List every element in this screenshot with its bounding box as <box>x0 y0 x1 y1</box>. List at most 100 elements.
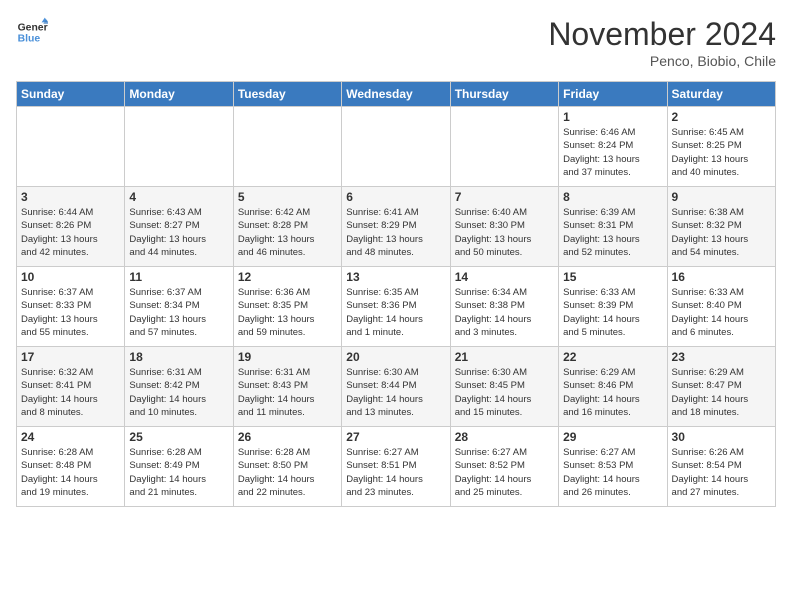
day-info: Sunrise: 6:33 AM Sunset: 8:40 PM Dayligh… <box>672 286 771 339</box>
day-cell: 15 Sunrise: 6:33 AM Sunset: 8:39 PM Dayli… <box>559 267 667 347</box>
logo-icon: General Blue <box>16 16 48 48</box>
day-cell: 14Sunrise: 6:34 AM Sunset: 8:38 PM Dayli… <box>450 267 558 347</box>
day-number: 27 <box>346 430 445 444</box>
day-number: 9 <box>672 190 771 204</box>
day-number: 30 <box>672 430 771 444</box>
day-cell <box>342 107 450 187</box>
day-info: Sunrise: 6:29 AM Sunset: 8:46 PM Dayligh… <box>563 366 662 419</box>
day-number: 6 <box>346 190 445 204</box>
day-number: 17 <box>21 350 120 364</box>
day-number: 12 <box>238 270 337 284</box>
day-number: 21 <box>455 350 554 364</box>
day-number: 10 <box>21 270 120 284</box>
week-row-3: 10Sunrise: 6:37 AM Sunset: 8:33 PM Dayli… <box>17 267 776 347</box>
day-number: 24 <box>21 430 120 444</box>
day-info: Sunrise: 6:40 AM Sunset: 8:30 PM Dayligh… <box>455 206 554 259</box>
day-cell: 29Sunrise: 6:27 AM Sunset: 8:53 PM Dayli… <box>559 427 667 507</box>
day-cell: 24 Sunrise: 6:28 AM Sunset: 8:48 PM Dayli… <box>17 427 125 507</box>
day-info: Sunrise: 6:31 AM Sunset: 8:42 PM Dayligh… <box>129 366 228 419</box>
day-cell: 6 Sunrise: 6:41 AM Sunset: 8:29 PM Daylig… <box>342 187 450 267</box>
svg-text:Blue: Blue <box>18 34 41 45</box>
day-info: Sunrise: 6:28 AM Sunset: 8:49 PM Dayligh… <box>129 446 228 499</box>
day-number: 25 <box>129 430 228 444</box>
week-row-4: 17Sunrise: 6:32 AM Sunset: 8:41 PM Dayli… <box>17 347 776 427</box>
day-info: Sunrise: 6:30 AM Sunset: 8:45 PM Dayligh… <box>455 366 554 419</box>
day-info: Sunrise: 6:27 AM Sunset: 8:53 PM Dayligh… <box>563 446 662 499</box>
col-header-wednesday: Wednesday <box>342 82 450 107</box>
day-cell: 7 Sunrise: 6:40 AM Sunset: 8:30 PM Daylig… <box>450 187 558 267</box>
day-info: Sunrise: 6:27 AM Sunset: 8:52 PM Dayligh… <box>455 446 554 499</box>
col-header-friday: Friday <box>559 82 667 107</box>
day-info: Sunrise: 6:33 AM Sunset: 8:39 PM Dayligh… <box>563 286 662 339</box>
day-cell: 26Sunrise: 6:28 AM Sunset: 8:50 PM Dayli… <box>233 427 341 507</box>
day-number: 22 <box>563 350 662 364</box>
day-number: 5 <box>238 190 337 204</box>
day-info: Sunrise: 6:39 AM Sunset: 8:31 PM Dayligh… <box>563 206 662 259</box>
day-number: 16 <box>672 270 771 284</box>
day-number: 28 <box>455 430 554 444</box>
day-number: 13 <box>346 270 445 284</box>
day-cell: 1 Sunrise: 6:46 AM Sunset: 8:24 PM Daylig… <box>559 107 667 187</box>
day-cell: 12Sunrise: 6:36 AM Sunset: 8:35 PM Dayli… <box>233 267 341 347</box>
day-info: Sunrise: 6:37 AM Sunset: 8:34 PM Dayligh… <box>129 286 228 339</box>
day-cell: 13Sunrise: 6:35 AM Sunset: 8:36 PM Dayli… <box>342 267 450 347</box>
day-info: Sunrise: 6:43 AM Sunset: 8:27 PM Dayligh… <box>129 206 228 259</box>
day-info: Sunrise: 6:29 AM Sunset: 8:47 PM Dayligh… <box>672 366 771 419</box>
svg-text:General: General <box>18 22 48 33</box>
day-number: 1 <box>563 110 662 124</box>
day-number: 23 <box>672 350 771 364</box>
day-info: Sunrise: 6:38 AM Sunset: 8:32 PM Dayligh… <box>672 206 771 259</box>
day-cell <box>17 107 125 187</box>
day-cell: 11Sunrise: 6:37 AM Sunset: 8:34 PM Dayli… <box>125 267 233 347</box>
day-cell: 3 Sunrise: 6:44 AM Sunset: 8:26 PM Daylig… <box>17 187 125 267</box>
day-info: Sunrise: 6:28 AM Sunset: 8:48 PM Dayligh… <box>21 446 120 499</box>
day-cell: 21 Sunrise: 6:30 AM Sunset: 8:45 PM Dayli… <box>450 347 558 427</box>
day-cell: 10Sunrise: 6:37 AM Sunset: 8:33 PM Dayli… <box>17 267 125 347</box>
day-number: 2 <box>672 110 771 124</box>
day-cell: 23 Sunrise: 6:29 AM Sunset: 8:47 PM Dayli… <box>667 347 775 427</box>
day-number: 20 <box>346 350 445 364</box>
page-header: General Blue November 2024 Penco, Biobio… <box>16 16 776 69</box>
day-number: 8 <box>563 190 662 204</box>
day-info: Sunrise: 6:26 AM Sunset: 8:54 PM Dayligh… <box>672 446 771 499</box>
day-cell <box>125 107 233 187</box>
day-number: 18 <box>129 350 228 364</box>
day-cell: 28 Sunrise: 6:27 AM Sunset: 8:52 PM Dayli… <box>450 427 558 507</box>
calendar-header-row: SundayMondayTuesdayWednesdayThursdayFrid… <box>17 82 776 107</box>
day-info: Sunrise: 6:46 AM Sunset: 8:24 PM Dayligh… <box>563 126 662 179</box>
day-cell: 8 Sunrise: 6:39 AM Sunset: 8:31 PM Daylig… <box>559 187 667 267</box>
day-cell: 30 Sunrise: 6:26 AM Sunset: 8:54 PM Dayli… <box>667 427 775 507</box>
day-info: Sunrise: 6:30 AM Sunset: 8:44 PM Dayligh… <box>346 366 445 419</box>
day-number: 7 <box>455 190 554 204</box>
location-subtitle: Penco, Biobio, Chile <box>548 53 776 69</box>
day-info: Sunrise: 6:42 AM Sunset: 8:28 PM Dayligh… <box>238 206 337 259</box>
day-cell: 22 Sunrise: 6:29 AM Sunset: 8:46 PM Dayli… <box>559 347 667 427</box>
day-number: 3 <box>21 190 120 204</box>
week-row-5: 24 Sunrise: 6:28 AM Sunset: 8:48 PM Dayli… <box>17 427 776 507</box>
col-header-thursday: Thursday <box>450 82 558 107</box>
day-cell: 5 Sunrise: 6:42 AM Sunset: 8:28 PM Daylig… <box>233 187 341 267</box>
col-header-tuesday: Tuesday <box>233 82 341 107</box>
logo: General Blue <box>16 16 48 48</box>
day-number: 15 <box>563 270 662 284</box>
day-info: Sunrise: 6:27 AM Sunset: 8:51 PM Dayligh… <box>346 446 445 499</box>
day-info: Sunrise: 6:28 AM Sunset: 8:50 PM Dayligh… <box>238 446 337 499</box>
day-cell: 9 Sunrise: 6:38 AM Sunset: 8:32 PM Daylig… <box>667 187 775 267</box>
day-cell: 2 Sunrise: 6:45 AM Sunset: 8:25 PM Daylig… <box>667 107 775 187</box>
calendar-table: SundayMondayTuesdayWednesdayThursdayFrid… <box>16 81 776 507</box>
day-cell <box>450 107 558 187</box>
day-info: Sunrise: 6:41 AM Sunset: 8:29 PM Dayligh… <box>346 206 445 259</box>
week-row-1: 1 Sunrise: 6:46 AM Sunset: 8:24 PM Daylig… <box>17 107 776 187</box>
day-info: Sunrise: 6:44 AM Sunset: 8:26 PM Dayligh… <box>21 206 120 259</box>
day-number: 4 <box>129 190 228 204</box>
day-cell: 20 Sunrise: 6:30 AM Sunset: 8:44 PM Dayli… <box>342 347 450 427</box>
day-cell: 18 Sunrise: 6:31 AM Sunset: 8:42 PM Dayli… <box>125 347 233 427</box>
col-header-sunday: Sunday <box>17 82 125 107</box>
day-cell: 27 Sunrise: 6:27 AM Sunset: 8:51 PM Dayli… <box>342 427 450 507</box>
col-header-saturday: Saturday <box>667 82 775 107</box>
week-row-2: 3 Sunrise: 6:44 AM Sunset: 8:26 PM Daylig… <box>17 187 776 267</box>
day-number: 19 <box>238 350 337 364</box>
day-cell: 16 Sunrise: 6:33 AM Sunset: 8:40 PM Dayli… <box>667 267 775 347</box>
day-cell: 25 Sunrise: 6:28 AM Sunset: 8:49 PM Dayli… <box>125 427 233 507</box>
day-info: Sunrise: 6:45 AM Sunset: 8:25 PM Dayligh… <box>672 126 771 179</box>
